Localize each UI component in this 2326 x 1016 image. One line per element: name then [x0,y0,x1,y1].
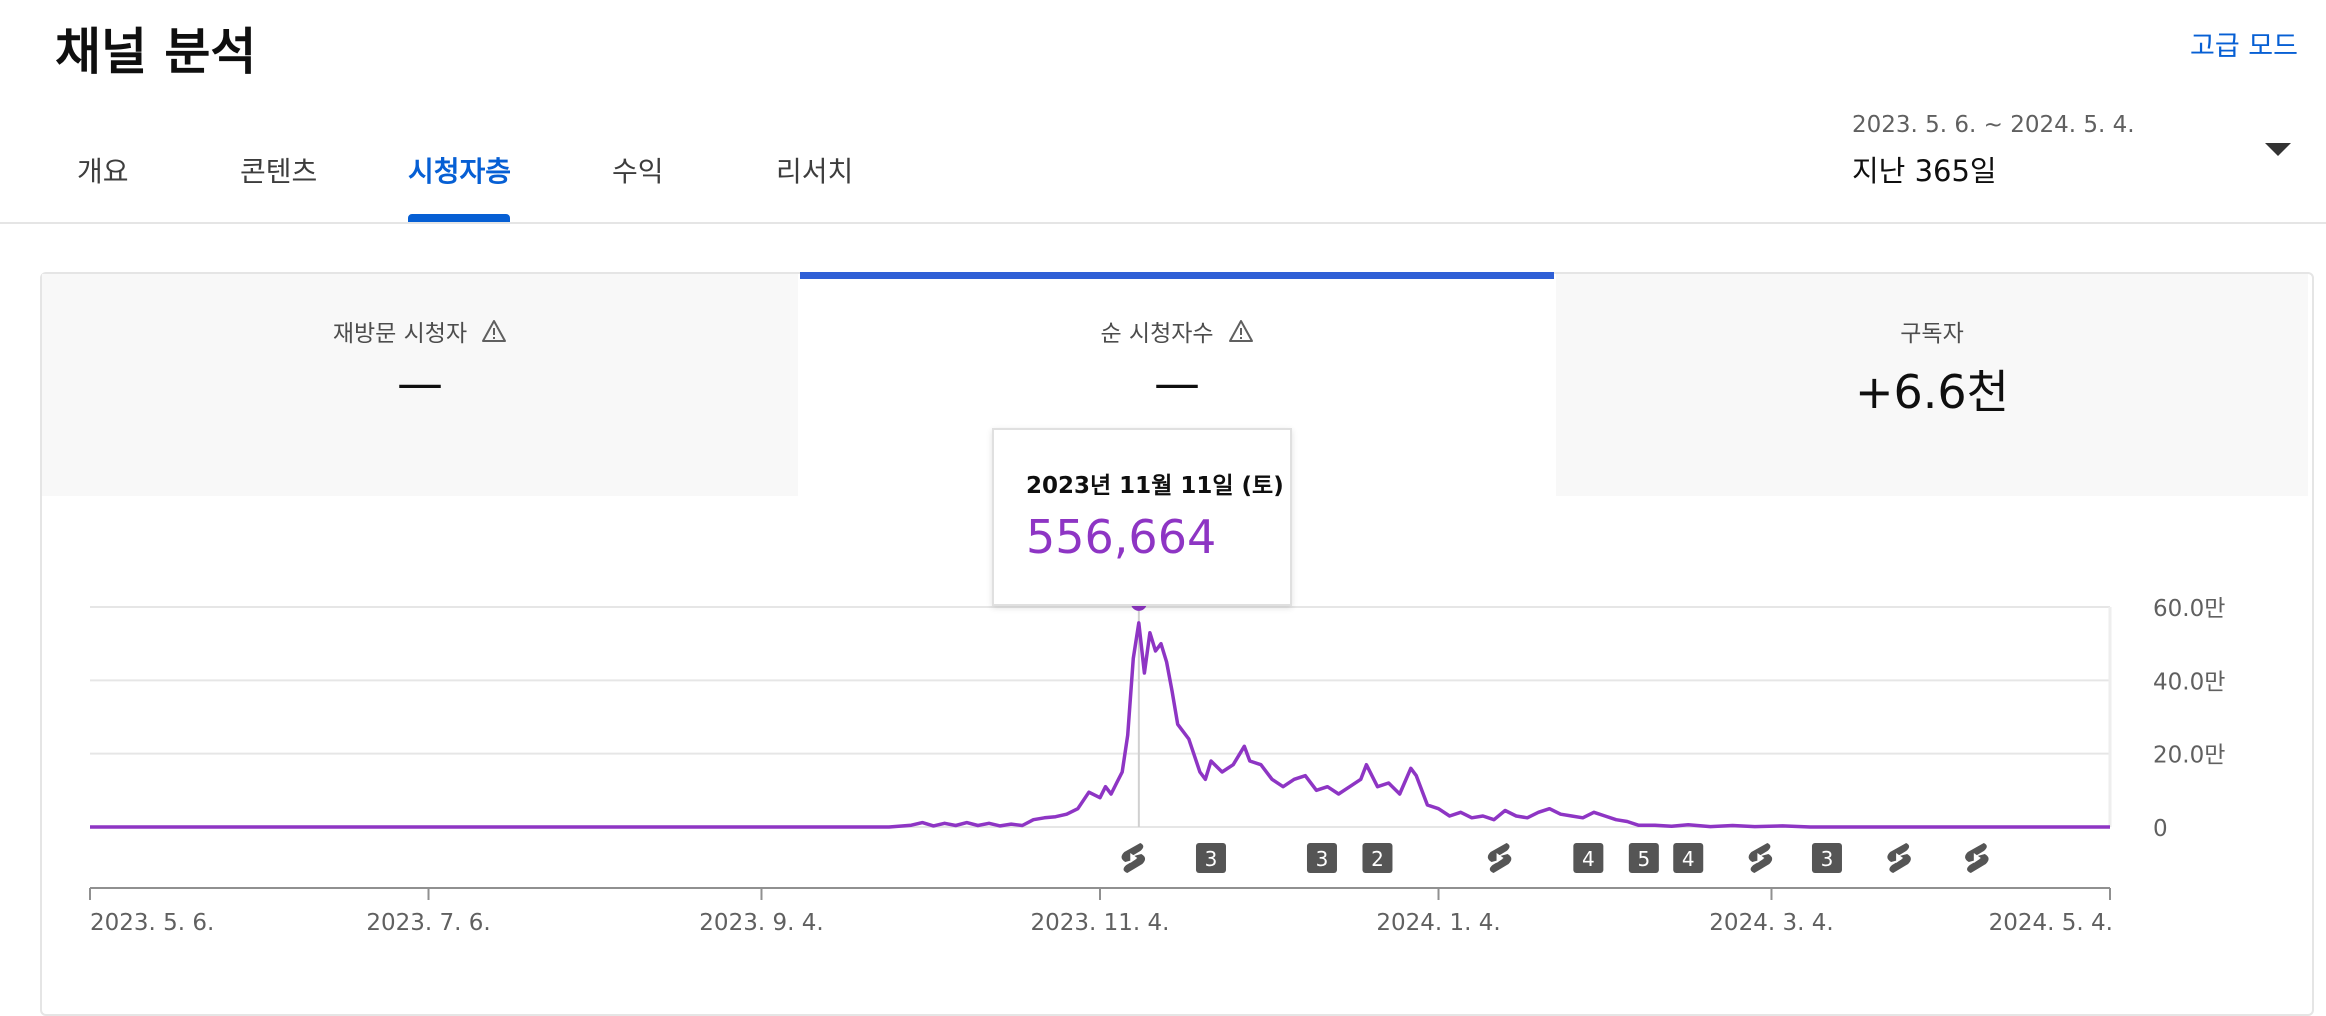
tab-research[interactable]: 리서치 [776,150,853,190]
warning-icon [482,320,507,342]
tabs-divider [0,222,2326,224]
tab-revenue[interactable]: 수익 [612,150,664,190]
tooltip-value: 556,664 [1026,510,1217,564]
selected-metric-indicator [800,272,1554,279]
metric-value: +6.6천 [1854,365,2010,419]
tooltip-date: 2023년 11월 11일 (토) [1026,473,1284,499]
metric-label: 재방문 시청자 [332,321,468,347]
metric-label: 순 시청자수 [1100,321,1214,347]
tab-overview[interactable]: 개요 [77,150,129,190]
date-range-label: 지난 365일 [1852,154,1997,188]
tab-audience[interactable]: 시청자층 [408,150,511,190]
date-range-picker[interactable]: 2023. 5. 6. ~ 2024. 5. 4. 지난 365일 [1852,112,2135,190]
metric-value: — [397,356,443,410]
warning-icon [1228,320,1253,342]
page-title: 채널 분석 [55,23,257,81]
date-range-text: 2023. 5. 6. ~ 2024. 5. 4. [1852,112,2135,138]
active-tab-indicator [408,214,510,222]
metric-label: 구독자 [1900,321,1964,347]
advanced-mode-link[interactable]: 고급 모드 [2190,24,2298,63]
chevron-down-icon[interactable] [2265,143,2291,156]
chart-tooltip: 2023년 11월 11일 (토) 556,664 [992,428,1292,606]
metric-returning-viewers[interactable]: 재방문 시청자 — [42,274,798,496]
metric-subscribers[interactable]: 구독자 +6.6천 [1556,274,2308,496]
metric-value: — [1154,356,1200,410]
tab-content[interactable]: 콘텐츠 [240,150,317,190]
